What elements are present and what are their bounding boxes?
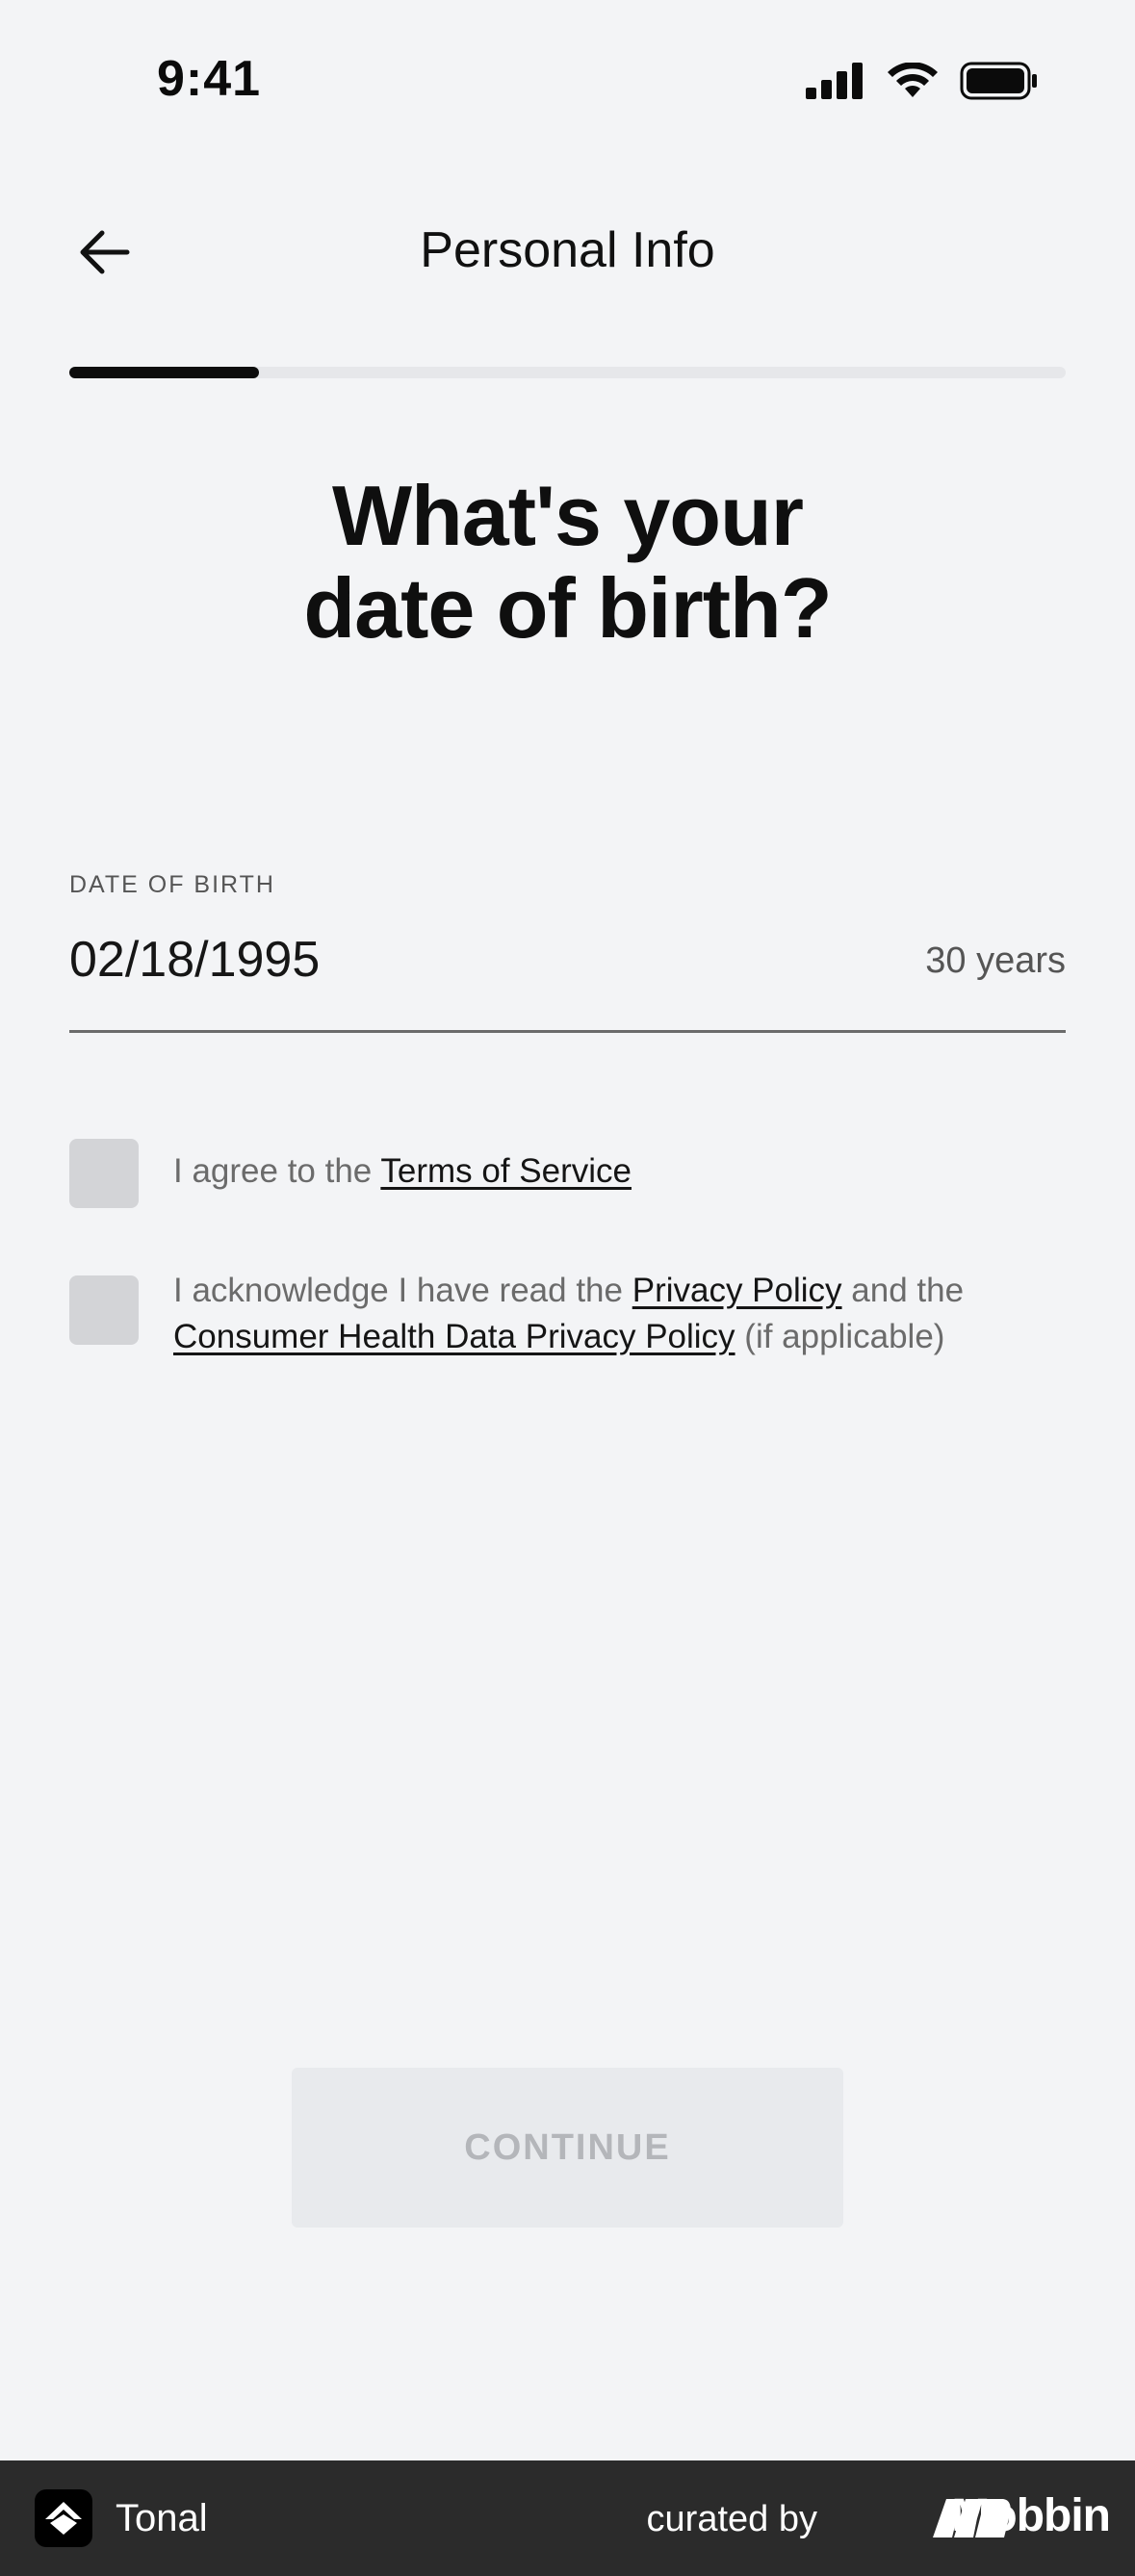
wifi-icon [888,63,938,97]
header: Personal Info [0,193,1135,308]
progress-bar [69,367,1066,378]
privacy-policy-link[interactable]: Privacy Policy [632,1272,842,1309]
terms-prefix: I agree to the [173,1152,381,1190]
question-line-2: date of birth? [303,560,832,656]
terms-text: I agree to the Terms of Service [173,1148,1059,1195]
continue-button[interactable]: CONTINUE [292,2068,843,2228]
app-name: Tonal [116,2497,208,2539]
battery-icon [960,62,1037,100]
privacy-prefix: I acknowledge I have read the [173,1272,632,1309]
question-heading: What's your date of birth? [0,470,1135,655]
tonal-logo-icon [45,2502,82,2535]
dob-input[interactable]: 02/18/1995 [69,931,320,989]
dob-underline [69,1030,1066,1033]
tonal-app-icon [35,2489,92,2547]
question-line-1: What's your [331,468,804,563]
curated-by-label: curated by [646,2499,817,2539]
status-bar: 9:41 [0,0,1135,164]
privacy-suffix: (if applicable) [735,1318,945,1355]
privacy-checkbox[interactable] [69,1275,139,1345]
privacy-middle: and the [841,1272,965,1309]
status-icons [806,62,1039,100]
dob-label: DATE OF BIRTH [69,871,275,898]
terms-of-service-link[interactable]: Terms of Service [380,1152,632,1190]
progress-fill [69,367,259,378]
dob-age: 30 years [925,940,1066,981]
cellular-signal-icon [806,63,863,99]
consumer-health-data-policy-link[interactable]: Consumer Health Data Privacy Policy [173,1318,735,1355]
terms-checkbox[interactable] [69,1139,139,1208]
page-title: Personal Info [420,222,715,278]
footer-bar: Tonal curated by Mobbin [0,2460,1135,2576]
status-time: 9:41 [157,51,262,107]
privacy-text: I acknowledge I have read the Privacy Po… [173,1268,1059,1360]
mobbin-brand: Mobbin [951,2490,1111,2541]
